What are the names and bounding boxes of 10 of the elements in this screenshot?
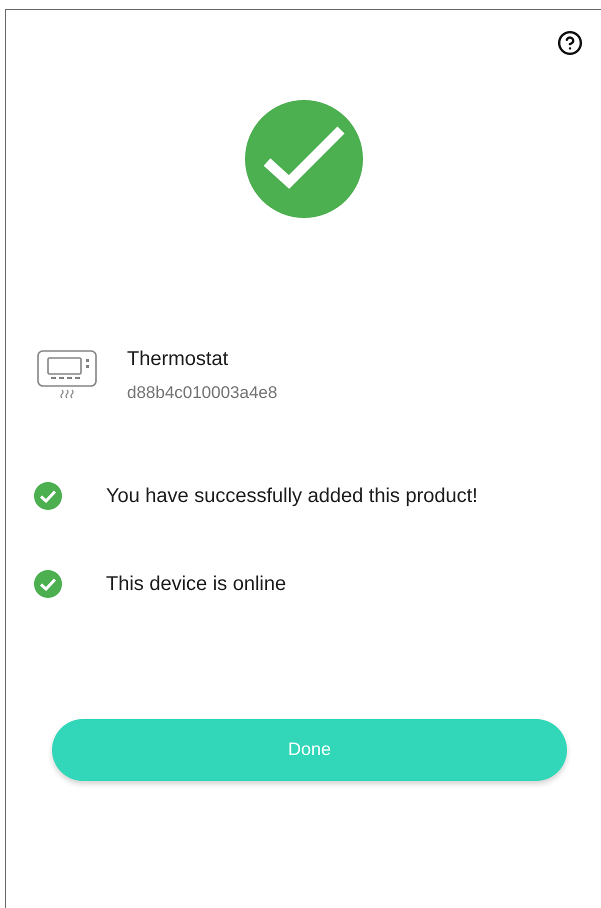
check-icon [34, 482, 62, 510]
status-text: You have successfully added this product! [106, 484, 478, 508]
device-id: d88b4c010003a4e8 [127, 382, 278, 404]
device-name: Thermostat [127, 347, 230, 372]
thermostat-icon [37, 350, 99, 400]
status-text: This device is online [106, 572, 286, 596]
done-button[interactable]: Done [52, 718, 567, 780]
check-icon [34, 570, 62, 598]
success-check-icon [244, 100, 362, 218]
help-icon[interactable] [557, 30, 583, 56]
